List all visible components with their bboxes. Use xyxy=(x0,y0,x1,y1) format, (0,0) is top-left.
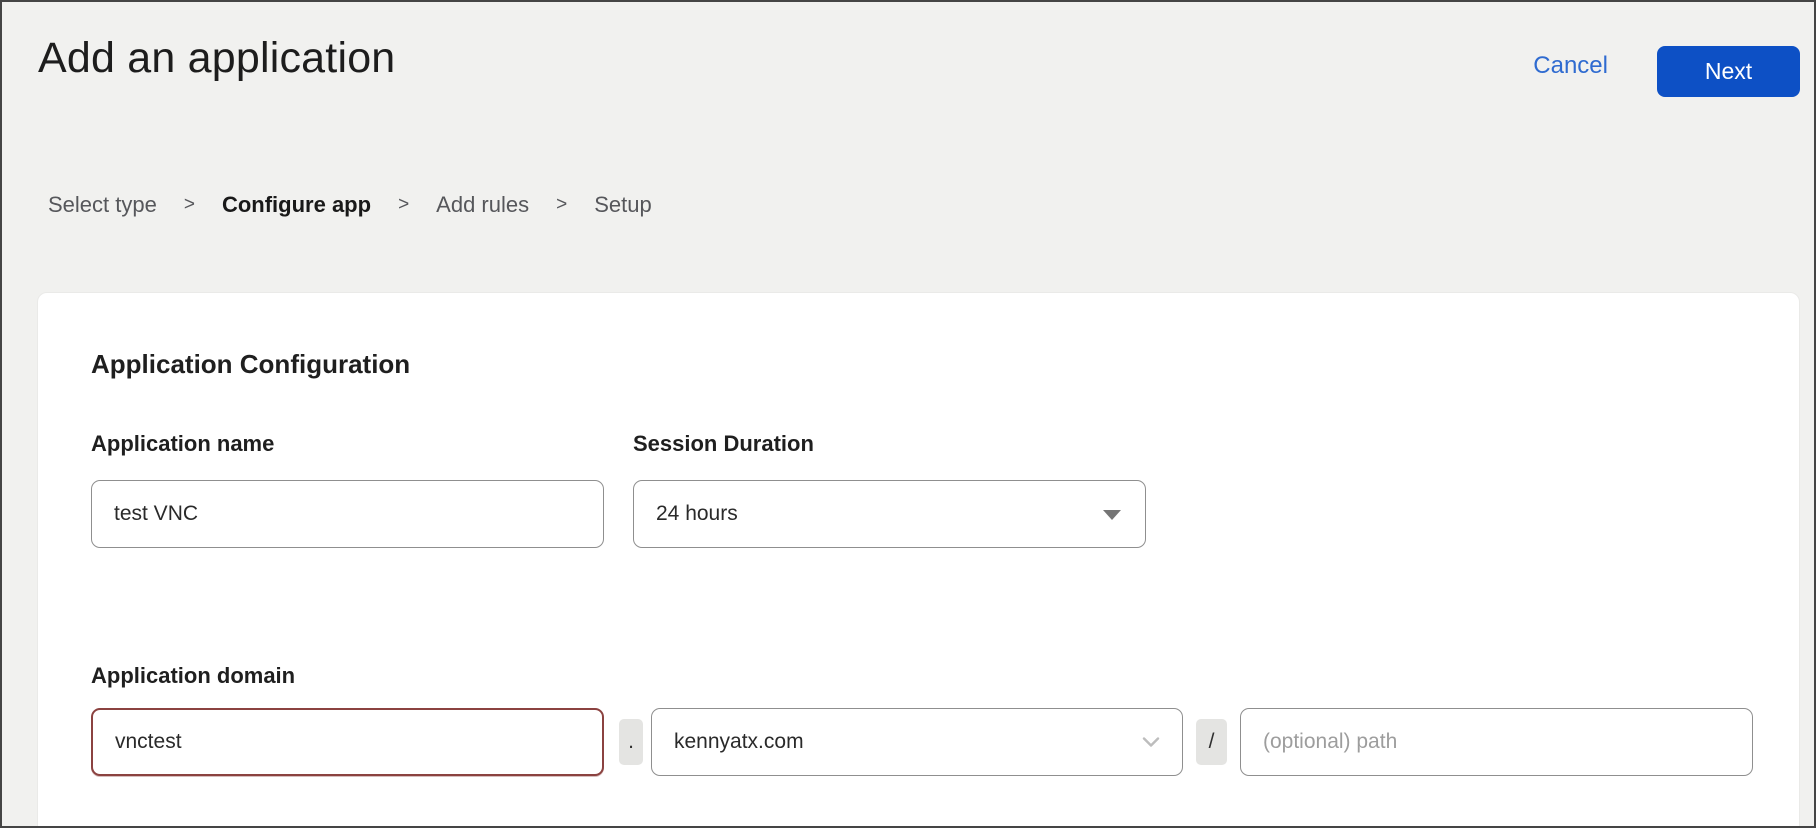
slash-separator: / xyxy=(1196,719,1227,765)
chevron-down-icon xyxy=(1140,731,1162,753)
application-configuration-card: Application Configuration Application na… xyxy=(37,292,1800,828)
caret-down-icon xyxy=(1103,510,1121,520)
breadcrumb-step-select-type[interactable]: Select type xyxy=(48,192,157,218)
breadcrumb-step-setup[interactable]: Setup xyxy=(594,192,652,218)
breadcrumb-separator: > xyxy=(398,194,409,216)
session-duration-select[interactable]: 24 hours xyxy=(633,480,1146,548)
session-duration-selected-value: 24 hours xyxy=(656,502,738,526)
breadcrumb-step-add-rules[interactable]: Add rules xyxy=(436,192,529,218)
breadcrumb-separator: > xyxy=(184,194,195,216)
add-application-page: Add an application Cancel Next Select ty… xyxy=(0,0,1816,828)
section-title: Application Configuration xyxy=(91,349,410,380)
domain-select[interactable]: kennyatx.com xyxy=(651,708,1183,776)
breadcrumb-step-configure-app[interactable]: Configure app xyxy=(222,192,371,218)
cancel-button[interactable]: Cancel xyxy=(1533,52,1608,80)
breadcrumb: Select type > Configure app > Add rules … xyxy=(48,192,652,218)
session-duration-label: Session Duration xyxy=(633,431,814,457)
dot-separator: . xyxy=(619,719,643,765)
subdomain-input[interactable] xyxy=(91,708,604,776)
breadcrumb-separator: > xyxy=(556,194,567,216)
application-name-input[interactable] xyxy=(91,480,604,548)
next-button[interactable]: Next xyxy=(1657,46,1800,97)
page-title: Add an application xyxy=(38,34,395,83)
path-input[interactable] xyxy=(1240,708,1753,776)
domain-selected-value: kennyatx.com xyxy=(674,730,804,754)
application-name-label: Application name xyxy=(91,431,274,457)
application-domain-label: Application domain xyxy=(91,663,295,689)
